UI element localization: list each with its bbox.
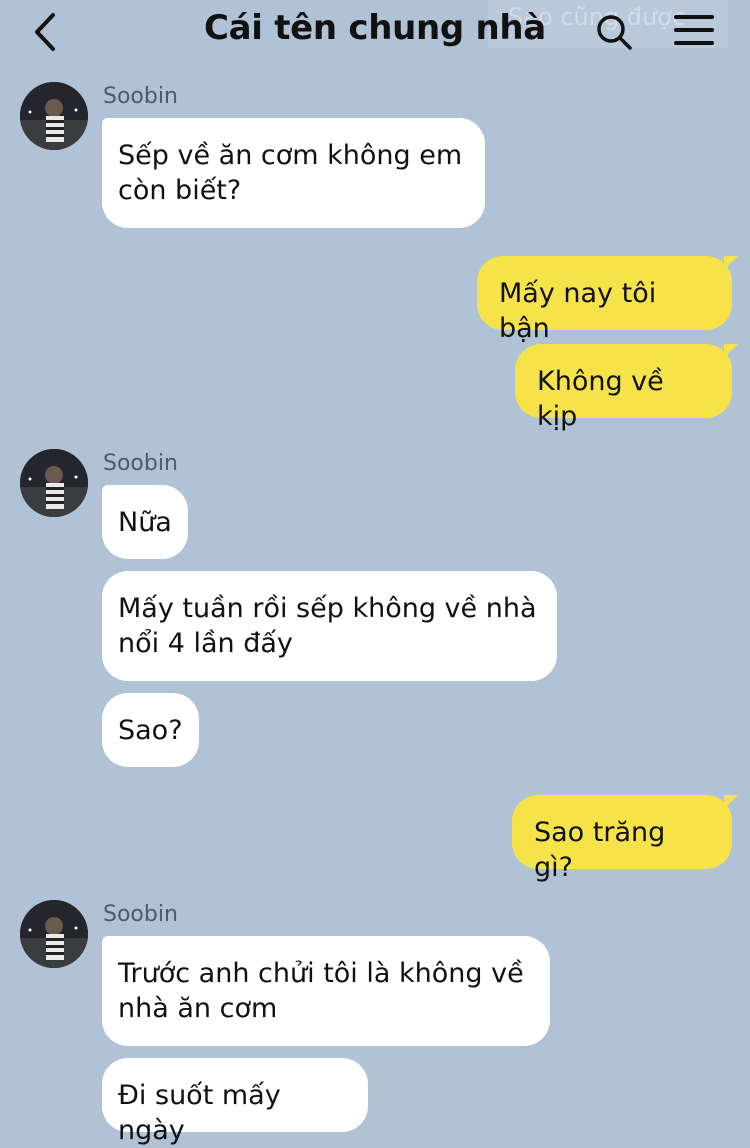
- avatar-photo-icon: [20, 449, 88, 517]
- hamburger-menu-icon: [674, 15, 714, 45]
- message-bubble-incoming[interactable]: Mấy tuần rồi sếp không về nhà nổi 4 lần …: [102, 571, 557, 681]
- message-bubble-outgoing[interactable]: Không về kịp: [515, 344, 732, 432]
- message-bubble-outgoing[interactable]: Sao trăng gì?: [512, 795, 732, 883]
- sender-name: Soobin: [103, 84, 178, 109]
- message-bubble-incoming[interactable]: Sao?: [102, 693, 199, 767]
- chat-header: Sao cũng được Cái tên chung nhà: [0, 0, 750, 64]
- message-bubble-incoming[interactable]: Trước anh chửi tôi là không về nhà ăn cơ…: [102, 936, 550, 1046]
- message-bubble-incoming[interactable]: Đi suốt mấy ngày: [102, 1058, 368, 1146]
- avatar[interactable]: [20, 900, 88, 968]
- message-bubble-incoming[interactable]: Nữa: [102, 485, 188, 559]
- search-button[interactable]: [592, 10, 636, 54]
- message-bubble-incoming[interactable]: Sếp về ăn cơm không em còn biết?: [102, 118, 485, 228]
- sender-name: Soobin: [103, 451, 178, 476]
- search-icon: [597, 15, 632, 50]
- avatar[interactable]: [20, 82, 88, 150]
- chat-title: Cái tên chung nhà: [204, 8, 546, 48]
- message-bubble-outgoing[interactable]: Mấy nay tôi bận: [477, 256, 732, 344]
- menu-button[interactable]: [668, 8, 720, 52]
- avatar-photo-icon: [20, 82, 88, 150]
- avatar-photo-icon: [20, 900, 88, 968]
- sender-name: Soobin: [103, 902, 178, 927]
- avatar[interactable]: [20, 449, 88, 517]
